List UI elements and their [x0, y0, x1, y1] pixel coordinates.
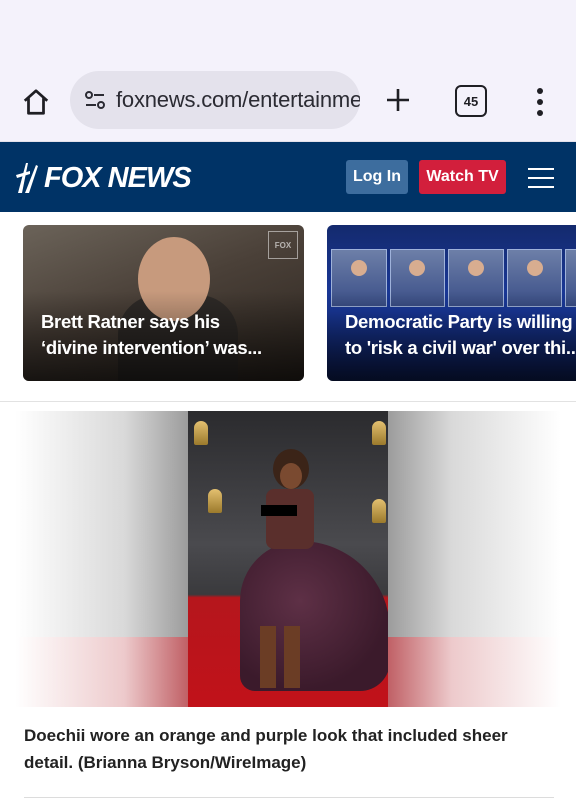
browser-toolbar: foxnews.com/entertainme 45 [0, 62, 576, 142]
url-text: foxnews.com/entertainme [116, 87, 360, 112]
story-headline-line: Brett Ratner says his [41, 311, 220, 332]
watch-tv-button[interactable]: Watch TV [419, 160, 506, 194]
tab-count: 45 [463, 93, 479, 109]
article-photo[interactable] [15, 411, 561, 707]
site-header: FOX NEWS Log In Watch TV [0, 142, 576, 212]
story-headline-line: to 'risk a civil war' over thi... [345, 337, 576, 358]
censor-bar [261, 505, 297, 516]
award-statue [372, 421, 386, 445]
figure-legs [260, 626, 300, 688]
photo-caption: Doechii wore an orange and purple look t… [24, 726, 508, 772]
figure-torso [266, 489, 314, 549]
story-card[interactable]: FOX Brett Ratner says his ‘divine interv… [23, 225, 304, 381]
status-area [0, 0, 576, 62]
plus-icon [387, 89, 409, 111]
home-icon [23, 89, 49, 115]
story-headline: Brett Ratner says his ‘divine interventi… [41, 309, 294, 361]
fox-news-logo[interactable]: FOX NEWS [16, 161, 192, 195]
login-button[interactable]: Log In [346, 160, 408, 194]
home-button[interactable] [16, 82, 56, 122]
new-tab-button[interactable] [380, 82, 416, 118]
logo-text: FOX NEWS [44, 161, 192, 194]
hamburger-menu-icon[interactable] [528, 168, 554, 188]
story-headline-line: Democratic Party is willing [345, 311, 573, 332]
story-headline-line: ‘divine intervention’ was... [41, 337, 262, 358]
searchlight-icon [16, 163, 38, 193]
award-statue [194, 421, 208, 445]
photo-main-image [188, 411, 388, 707]
story-card[interactable]: Democratic Party is willing to 'risk a c… [327, 225, 576, 381]
award-statue [208, 489, 222, 513]
figure-face [280, 463, 302, 489]
fox-watermark: FOX [268, 231, 298, 259]
more-vert-icon[interactable] [528, 82, 552, 122]
story-carousel: FOX Brett Ratner says his ‘divine interv… [0, 212, 576, 402]
address-bar[interactable]: foxnews.com/entertainme [70, 71, 360, 129]
story-headline: Democratic Party is willing to 'risk a c… [345, 309, 576, 361]
tab-switcher-button[interactable]: 45 [455, 85, 487, 117]
site-settings-icon[interactable] [82, 87, 108, 113]
divider [24, 797, 554, 798]
award-statue [372, 499, 386, 523]
